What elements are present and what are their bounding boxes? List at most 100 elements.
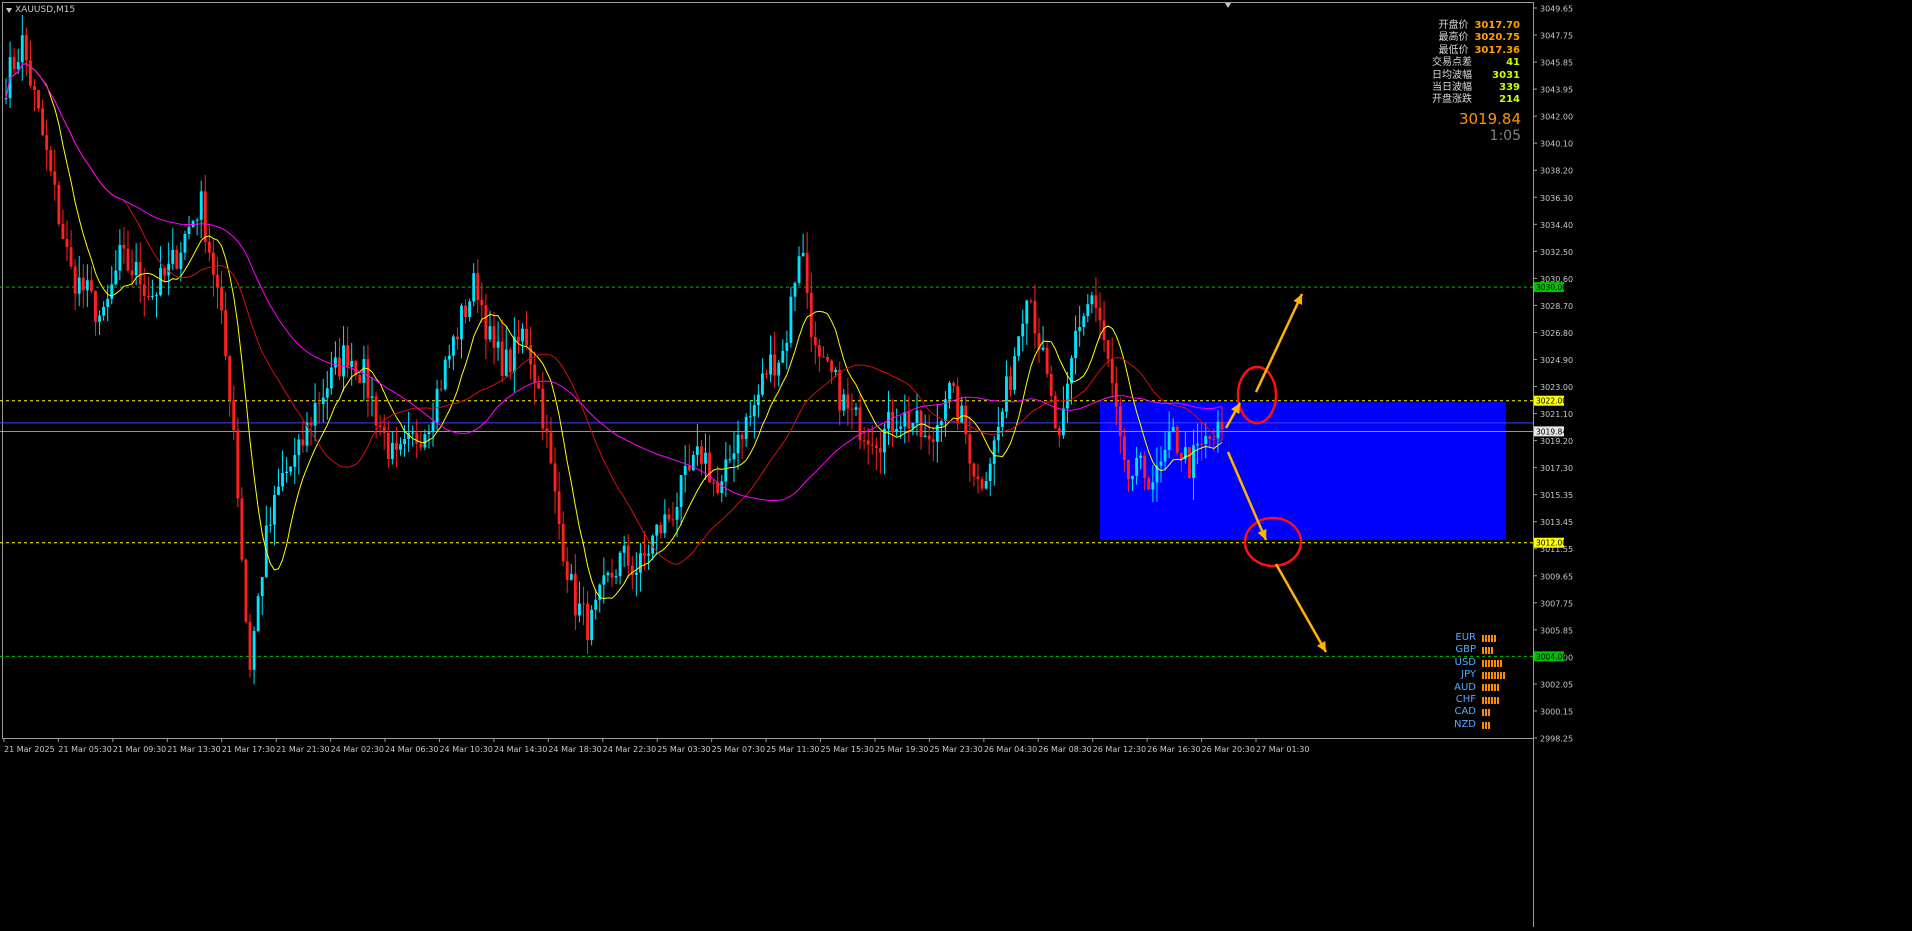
candle-body [431,422,435,433]
candle-body [94,291,97,322]
candle-body [362,359,366,383]
strength-bar [1485,721,1487,729]
candle-body [12,57,16,70]
candle-body [659,524,663,534]
x-tick-label: 24 Mar 06:30 [385,745,438,754]
strength-bar [1482,634,1484,642]
strength-bar [1491,684,1493,692]
strength-bars [1482,684,1499,692]
candle-body [972,463,976,477]
candle-body [870,444,874,446]
strength-bars [1482,709,1490,717]
candle-body [805,252,809,293]
candle-body [293,455,297,467]
candle-body [842,394,846,411]
candle-body [370,396,374,398]
candle-body [33,85,36,91]
x-tick-label: 25 Mar 07:30 [712,745,765,754]
info-row: 日均波幅 3031 [1432,69,1520,81]
candle-body [797,256,801,283]
candle-body [49,150,53,172]
menu-triangle-icon[interactable] [6,7,12,13]
y-tick-label: 3015.35 [1540,491,1573,500]
x-tick-label: 24 Mar 22:30 [603,745,656,754]
y-tick-label: 3007.75 [1540,599,1573,608]
candle-body [984,481,988,489]
strength-bar [1488,696,1490,704]
candle-body [1114,383,1118,407]
candle-body [130,270,134,276]
candle-body [427,432,431,435]
candle-body [272,494,276,525]
candle-body [1066,383,1069,409]
candle-body [277,486,280,495]
candle-body [1110,358,1114,384]
strength-bar [1491,647,1493,655]
candle-body [752,405,756,417]
candle-body [1090,295,1094,305]
candle-body [1021,323,1025,337]
strength-row: CAD [1446,706,1505,718]
candle [37,89,40,112]
info-row: 最高价 3020.75 [1438,32,1520,44]
candle-body [952,382,956,387]
candle-body [781,350,785,363]
candle-body [740,434,744,440]
candle-body [1118,406,1122,437]
candle-body [500,341,504,376]
level-tag-label: 3022.00 [1536,397,1567,406]
candle-body [285,471,289,474]
x-tick-label: 24 Mar 10:30 [439,745,492,754]
y-tick-label: 3047.75 [1540,32,1573,41]
candle-body [183,233,187,253]
candle-body [1135,458,1139,476]
candle-body [744,416,748,440]
candle-body [244,559,248,622]
candle-body [643,553,646,556]
y-tick-label: 3034.40 [1540,221,1573,230]
candle-body [69,247,73,267]
candle [256,593,260,633]
candle-body [289,466,293,472]
candle-body [61,223,65,240]
info-row: 最低价 3017.36 [1438,44,1520,56]
candle-body [545,428,549,433]
chart-window[interactable]: 3049.65 3047.75 3045.85 3043.95 3042.00 3040.… [0,0,1912,927]
y-tick-label: 3049.65 [1540,5,1573,14]
candle-body [508,349,512,373]
candle-body [102,306,106,316]
candle-body [923,435,927,438]
strength-bar [1485,684,1487,692]
strength-bars [1482,659,1502,667]
candle-body [1220,421,1224,430]
strength-bar [1497,684,1499,692]
candle-body [309,422,313,426]
candle-body [390,442,394,459]
candle-body [683,465,687,476]
strength-bar [1488,671,1490,679]
y-tick-label: 3026.80 [1540,329,1573,338]
candle-body [793,282,797,297]
price-chart[interactable]: 3049.65 3047.75 3045.85 3043.95 3042.00 3040.… [0,0,1912,927]
candle-body [146,295,150,297]
strength-bar [1482,721,1484,729]
currency-code: EUR [1455,632,1476,643]
strength-bar [1488,659,1490,667]
level-tag-label: 3030.00 [1536,283,1567,292]
candle-body [346,345,350,367]
candle-body [732,453,736,460]
candle-body [907,412,911,429]
y-tick-label: 3013.45 [1540,518,1573,527]
candle-body [399,444,402,450]
y-tick-label: 2998.25 [1540,735,1573,744]
candle-body [476,273,480,300]
strength-bar [1494,684,1496,692]
candle-body [228,356,232,401]
currency-code: AUD [1454,681,1476,693]
candle-body [411,432,415,434]
strength-bar [1485,647,1487,655]
candle-body [203,191,207,242]
info-row: 开盘涨跌 214 [1432,94,1520,106]
candle [236,417,240,508]
x-tick-label: 26 Mar 04:30 [984,745,1037,754]
